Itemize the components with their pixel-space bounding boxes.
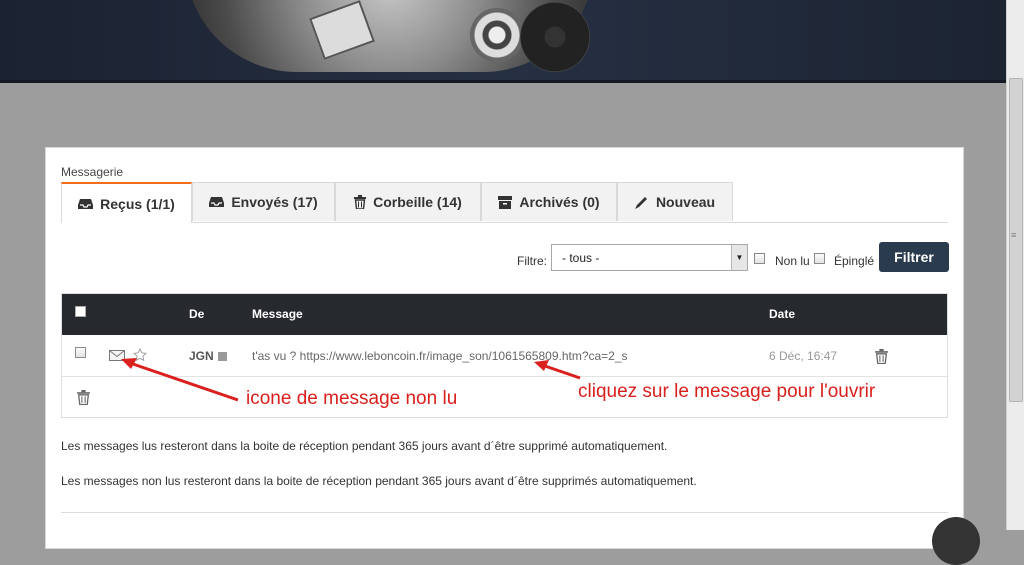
tab-label: Corbeille (14) xyxy=(373,194,462,210)
annotation-click-message: cliquez sur le message pour l'ouvrir xyxy=(578,381,876,402)
filter-label: Filtre: xyxy=(517,254,547,268)
star-icon[interactable] xyxy=(133,348,147,362)
filter-select-value: - tous - xyxy=(562,251,600,265)
column-header-message: Message xyxy=(252,307,303,321)
header-banner xyxy=(0,0,1007,83)
trash-icon[interactable] xyxy=(875,349,888,364)
table-row[interactable]: JGN t'as vu ? https://www.leboncoin.fr/i… xyxy=(62,335,947,377)
annotation-unread-icon: icone de message non lu xyxy=(246,388,458,409)
message-date: 6 Déc, 16:47 xyxy=(769,349,838,363)
filter-bar: Filtre: - tous - ▼ Non lu Épinglé Filtre… xyxy=(46,242,963,276)
tab-label: Reçus (1/1) xyxy=(100,195,175,212)
inbox-icon xyxy=(209,197,225,207)
envelope-icon xyxy=(109,350,125,361)
sender-status-icon xyxy=(217,352,227,361)
retention-note-read: Les messages lus resteront dans la boite… xyxy=(61,439,668,453)
pinned-checkbox[interactable] xyxy=(814,253,825,264)
row-checkbox[interactable] xyxy=(75,347,86,358)
tab-trash[interactable]: Corbeille (14) xyxy=(335,182,481,221)
tab-label: Nouveau xyxy=(655,194,716,210)
retention-note-unread: Les messages non lus resteront dans la b… xyxy=(61,474,697,488)
trash-icon xyxy=(354,195,367,209)
tab-new[interactable]: Nouveau xyxy=(617,182,733,221)
chevron-down-icon[interactable]: ▼ xyxy=(731,245,747,270)
divider xyxy=(61,512,948,513)
message-preview[interactable]: t'as vu ? https://www.leboncoin.fr/image… xyxy=(252,349,628,363)
tab-bar: Reçus (1/1) Envoyés (17) Corbeille (14) … xyxy=(61,182,948,223)
tab-label: Archivés (0) xyxy=(519,194,600,210)
scrollbar-grip-icon: ≡ xyxy=(1011,230,1017,240)
select-all-checkbox[interactable] xyxy=(75,306,86,317)
tab-archived[interactable]: Archivés (0) xyxy=(481,182,617,221)
filter-button[interactable]: Filtrer xyxy=(879,242,949,272)
tab-received[interactable]: Reçus (1/1) xyxy=(61,182,192,223)
message-sender: JGN xyxy=(189,349,227,363)
unread-checkbox[interactable] xyxy=(754,253,765,264)
column-header-from: De xyxy=(189,307,205,321)
vertical-scrollbar[interactable]: ≡ xyxy=(1006,0,1024,530)
inbox-icon xyxy=(78,198,94,209)
trash-icon[interactable] xyxy=(77,390,90,405)
section-title: Messagerie xyxy=(61,165,124,179)
tab-sent[interactable]: Envoyés (17) xyxy=(192,182,335,221)
column-header-date: Date xyxy=(769,307,796,321)
tab-label: Envoyés (17) xyxy=(231,194,318,210)
floating-action-button[interactable] xyxy=(932,517,980,565)
banner-reel xyxy=(470,8,524,62)
pinned-label: Épinglé xyxy=(834,254,875,268)
messaging-panel: Messagerie Reçus (1/1) Envoyés (17) Corb… xyxy=(45,147,964,549)
banner-reel xyxy=(520,2,590,72)
table-header: De Message Date xyxy=(62,294,947,335)
unread-label: Non lu xyxy=(775,254,810,268)
archive-icon xyxy=(498,195,513,209)
pencil-icon xyxy=(634,197,647,209)
filter-select[interactable]: - tous - ▼ xyxy=(551,244,748,271)
sender-name: JGN xyxy=(189,349,214,363)
